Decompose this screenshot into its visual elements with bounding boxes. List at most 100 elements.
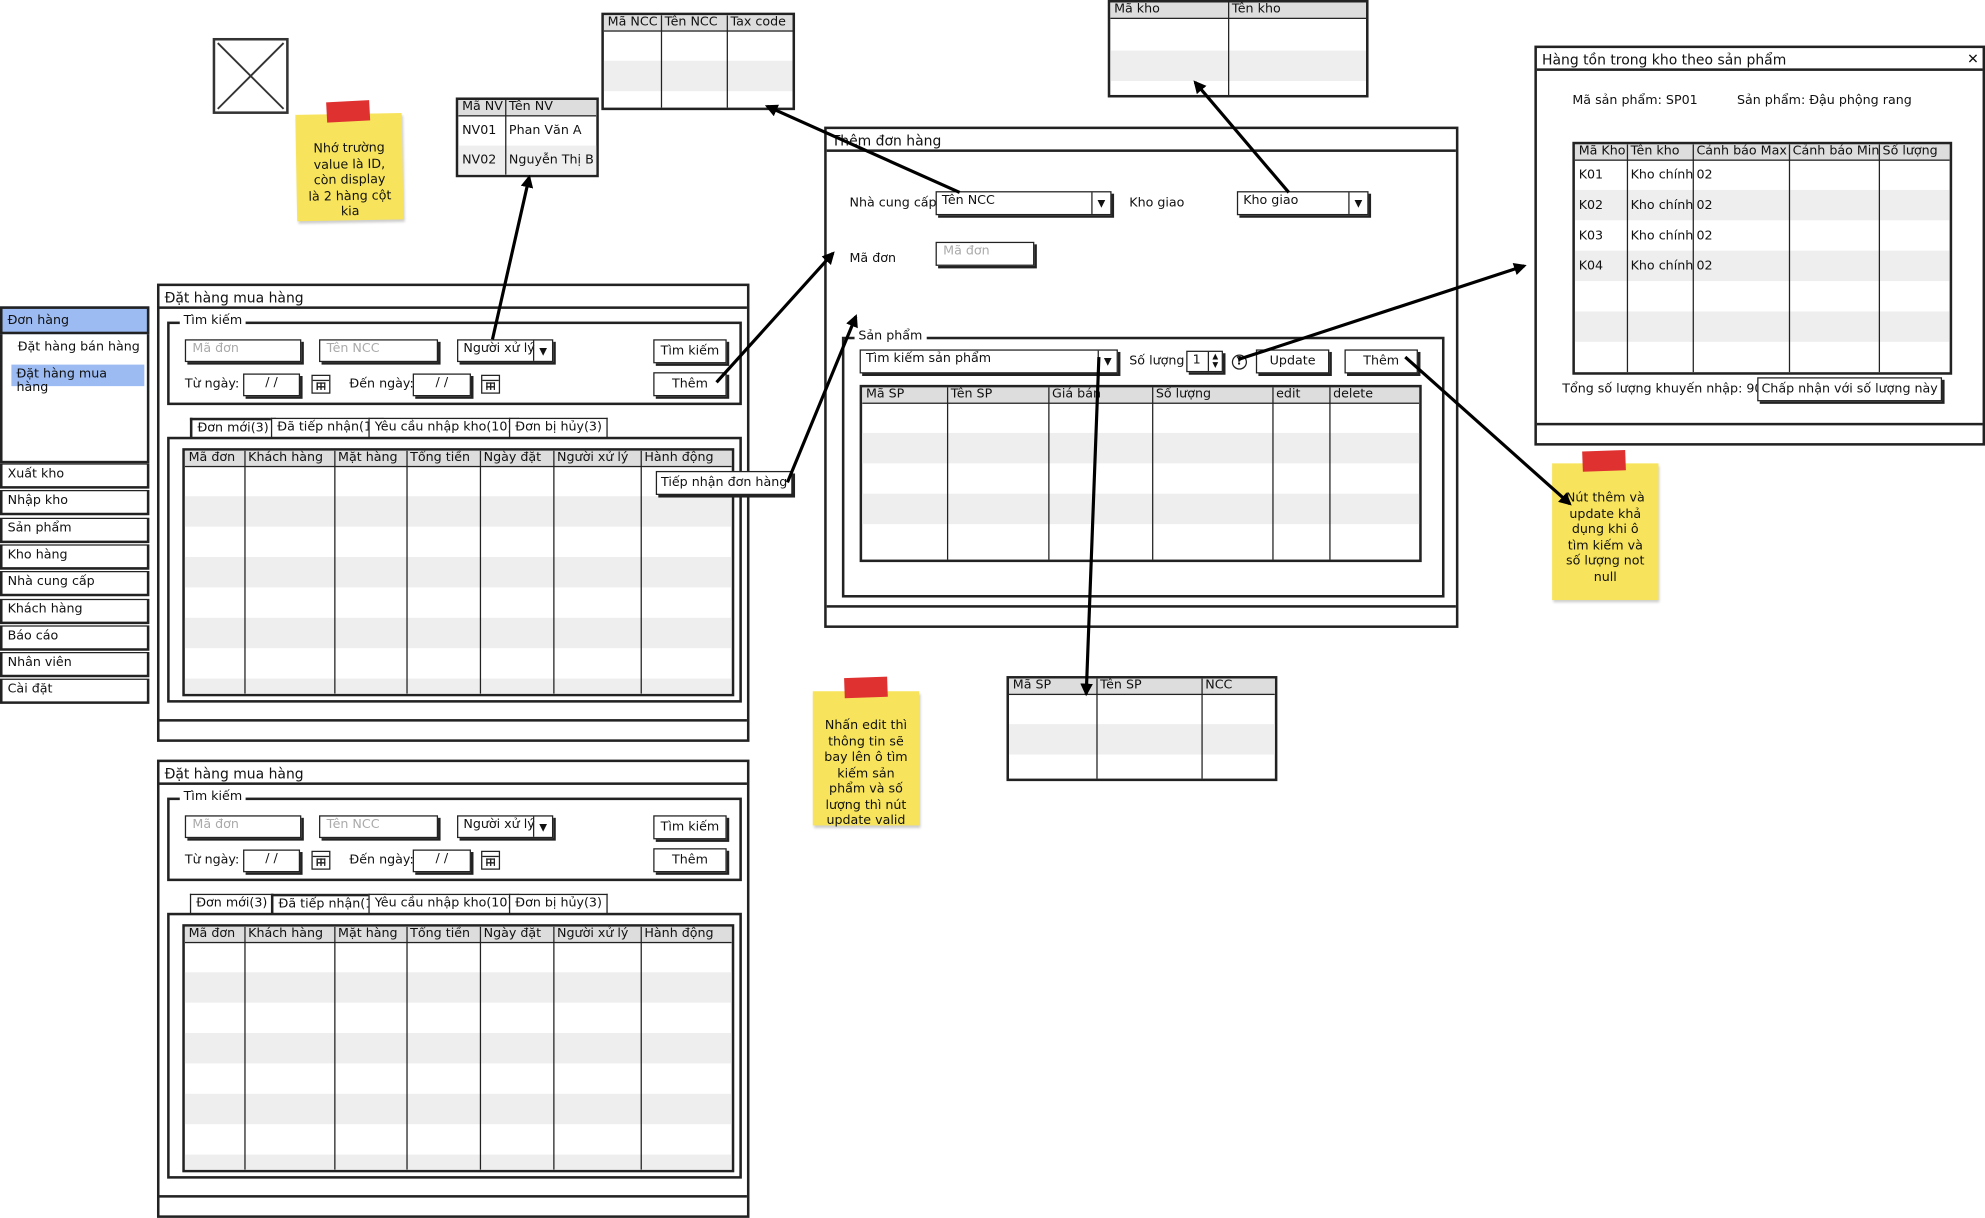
calendar-icon[interactable] [481,850,501,870]
from-date-input[interactable]: / / [243,373,301,397]
search-button[interactable]: Tìm kiếm [653,815,727,840]
add-product-button[interactable]: Thêm [1344,349,1418,374]
order-id-input[interactable]: Mã đơn [184,815,302,839]
image-placeholder-icon [212,37,289,114]
window-title: Đặt hàng mua hàng [164,765,304,783]
product-popup-grid[interactable]: Mã SP Tên SP NCC [1006,676,1278,782]
table-row[interactable] [862,432,1420,464]
orders-grid[interactable]: Mã đơn Khách hàng Mặt hàng Tổng tiền Ngà… [182,448,735,697]
max-warning-cell: 02 [1696,198,1713,213]
sidebar-item-0[interactable]: Xuất kho [0,463,150,489]
from-date-input[interactable]: / / [243,849,301,873]
quantity-stepper[interactable]: 1 ▲ ▼ [1186,350,1223,373]
window-title: Đặt hàng mua hàng [164,289,304,307]
update-button[interactable]: Update [1255,349,1330,374]
calendar-icon[interactable] [311,850,331,870]
accept-order-button[interactable]: Tiếp nhận đơn hàng [655,470,793,496]
sidebar-item-6[interactable]: Báo cáo [0,625,150,651]
warehouse-code-cell: K03 [1578,229,1604,244]
column-header: Người xử lý [557,450,629,465]
close-icon[interactable]: ✕ [1967,51,1979,67]
to-date-input[interactable]: / / [412,373,471,397]
table-row[interactable] [184,678,732,694]
chevron-down-icon: ▼ [532,816,552,837]
handler-dropdown-label: Người xử lý [463,341,535,356]
employee-popup-grid[interactable]: Mã NV Tên NV NV01 Phan Văn A NV02 Nguyễn… [455,97,599,178]
table-row[interactable] [1574,311,1950,342]
table-row[interactable] [603,60,793,92]
warehouse-dropdown[interactable]: Kho giao ▼ [1236,191,1369,216]
table-row[interactable] [1009,724,1275,755]
add-button[interactable]: Thêm [653,848,727,873]
column-divider [479,450,482,694]
orders-grid[interactable]: Mã đơn Khách hàng Mặt hàng Tổng tiền Ngà… [182,924,735,1173]
order-id-input[interactable]: Mã đơn [935,241,1035,266]
sidebar-item-1[interactable]: Nhập kho [0,490,150,516]
sidebar-item-2[interactable]: Sản phẩm [0,517,150,543]
tab-new-orders[interactable]: Đơn mới(3) [189,417,277,439]
sidebar-item-8[interactable]: Cài đặt [0,679,150,705]
sidebar-item-4[interactable]: Nhà cung cấp [0,571,150,597]
supplier-name-input[interactable]: Tên NCC [319,815,439,839]
tab-new-orders[interactable]: Đơn mới(3) [189,893,274,915]
column-header: Người xử lý [557,926,629,941]
table-row[interactable] [184,496,732,527]
handler-dropdown[interactable]: Người xử lý ▼ [457,815,554,839]
handler-dropdown[interactable]: Người xử lý ▼ [457,339,554,363]
tab-cancelled[interactable]: Đơn bị hủy(3) [508,893,609,915]
tab-stock-requests[interactable]: Yêu cầu nhập kho(10) [368,893,519,915]
column-header: Tên kho [1231,2,1281,17]
search-button[interactable]: Tìm kiếm [653,339,727,364]
warehouse-popup-grid[interactable]: Mã kho Tên kho [1107,0,1369,98]
order-products-grid[interactable]: Mã SP Tên SP Giá bán Số lượng edit delet… [859,384,1422,563]
table-row[interactable] [184,972,732,1003]
sidebar-item-7[interactable]: Nhân viên [0,652,150,678]
max-warning-cell: 02 [1696,259,1713,274]
order-id-input[interactable]: Mã đơn [184,339,302,363]
column-divider [1048,387,1050,560]
supplier-dropdown[interactable]: Tên NCC ▼ [935,191,1112,216]
add-button[interactable]: Thêm [653,372,727,397]
sidebar-item-purchase-orders[interactable]: Đặt hàng mua hàng [11,364,145,395]
stock-window: Hàng tồn trong kho theo sản phẩm ✕ Mã sả… [1534,45,1985,446]
product-search-dropdown[interactable]: Tìm kiếm sản phẩm ▼ [859,349,1118,374]
tab-accepted[interactable]: Đã tiếp nhận(1) [270,417,384,439]
column-header: Tổng tiền [410,926,471,941]
calendar-icon[interactable] [311,374,331,394]
help-icon[interactable]: ? [1231,354,1248,370]
sidebar-item-sales-orders[interactable]: Đặt hàng bán hàng [15,338,142,357]
stepper-arrows-icon[interactable]: ▲ ▼ [1207,351,1222,371]
stock-grid[interactable]: Mã Kho Tên kho Cảnh báo Max Cảnh báo Min… [1572,141,1953,375]
pin-icon [1582,449,1626,472]
table-row[interactable] [184,1093,732,1125]
accept-quantity-button[interactable]: Chấp nhận với số lượng này [1757,377,1943,402]
calendar-icon[interactable] [481,374,501,394]
sticky-note: Nhớ trường value là ID, còn display là 2… [295,113,404,222]
table-row[interactable] [1110,50,1367,82]
tab-stock-requests[interactable]: Yêu cầu nhập kho(10) [368,417,519,439]
column-divider [640,450,642,694]
note-text: Nhấn edit thì thông tin sẽ bay lên ô tìm… [824,719,908,828]
sidebar-item-orders[interactable]: Đơn hàng [0,306,150,335]
sidebar-item-label: Nhân viên [7,655,72,670]
column-divider [334,926,336,1170]
supplier-name-input[interactable]: Tên NCC [319,339,439,363]
column-header: Tax code [730,15,786,30]
sidebar-item-3[interactable]: Kho hàng [0,544,150,570]
sidebar-item-label: Nhà cung cấp [7,575,95,589]
sidebar-item-5[interactable]: Khách hàng [0,598,150,624]
sidebar-item-label: Kho hàng [7,548,68,562]
supplier-popup-grid[interactable]: Mã NCC Tên NCC Tax code [601,12,796,111]
search-legend: Tìm kiếm [179,313,246,328]
to-date-input[interactable]: / / [412,849,471,873]
from-date-label: Từ ngày: [184,377,240,392]
table-row[interactable] [184,1033,732,1064]
table-row[interactable] [184,617,732,649]
table-row[interactable] [184,557,732,588]
column-divider [406,450,408,694]
title-bar-divider [826,149,1456,152]
table-row[interactable] [184,1154,732,1170]
tab-cancelled[interactable]: Đơn bị hủy(3) [508,417,609,439]
warehouse-name-cell: Kho chính [1630,259,1694,274]
table-row[interactable] [862,493,1420,525]
